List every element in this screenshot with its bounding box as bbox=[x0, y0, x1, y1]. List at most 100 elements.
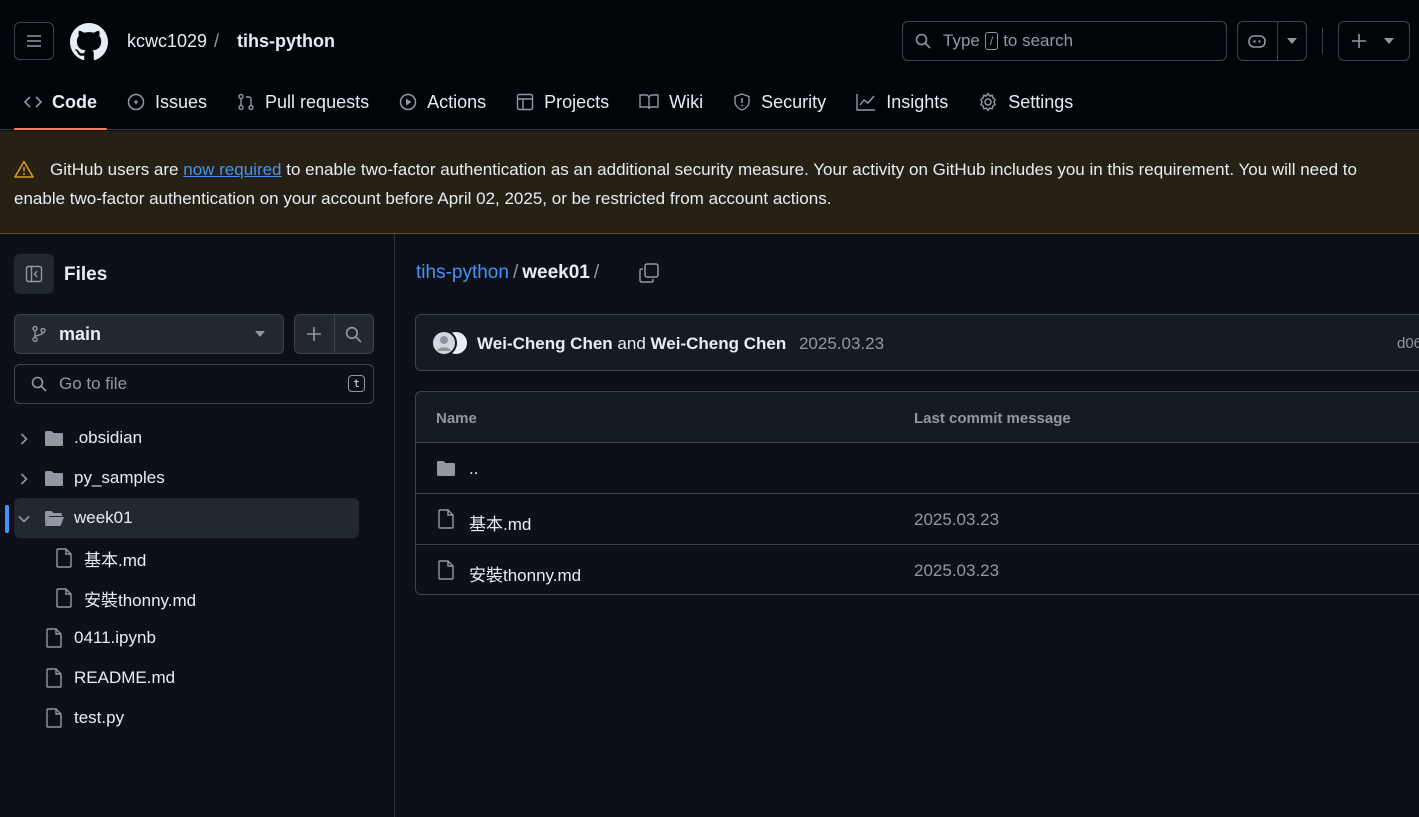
create-new-button[interactable] bbox=[1338, 21, 1410, 61]
folder-icon bbox=[45, 471, 63, 486]
tree-item-file[interactable]: 0411.ipynb bbox=[14, 618, 359, 658]
chevron-down-icon[interactable] bbox=[1287, 38, 1297, 44]
breadcrumb-repo-link[interactable]: tihs-python bbox=[416, 262, 509, 283]
plus-icon bbox=[1352, 34, 1366, 48]
tree-item-file[interactable]: 基本.md bbox=[14, 538, 359, 578]
tab-label: Code bbox=[52, 91, 97, 112]
add-file-icon[interactable] bbox=[306, 326, 322, 342]
tree-item-file[interactable]: 安裝thonny.md bbox=[14, 578, 359, 618]
commit-message-link[interactable]: 2025.03.23 bbox=[799, 334, 884, 353]
commit-conjunction: and bbox=[617, 334, 646, 353]
pull-request-icon bbox=[238, 93, 254, 111]
avatar[interactable] bbox=[431, 330, 471, 359]
graph-icon bbox=[856, 94, 876, 111]
issue-icon bbox=[127, 93, 145, 111]
file-icon bbox=[46, 668, 62, 688]
column-header-message: Last commit message bbox=[914, 410, 1071, 427]
commit-message-link[interactable]: 2025.03.23 bbox=[914, 510, 999, 530]
commit-message-link[interactable]: 2025.03.23 bbox=[914, 561, 999, 581]
tree-item-py-samples[interactable]: py_samples bbox=[14, 458, 359, 498]
github-logo-icon[interactable] bbox=[70, 23, 108, 64]
tab-label: Insights bbox=[886, 91, 949, 112]
divider bbox=[334, 315, 335, 353]
search-suffix: to search bbox=[1003, 31, 1074, 50]
branch-select[interactable]: main bbox=[14, 314, 284, 354]
table-row[interactable]: .. bbox=[416, 443, 1419, 494]
search-input[interactable]: Type / to search bbox=[902, 21, 1227, 61]
tab-settings[interactable]: Settings bbox=[968, 82, 1083, 122]
file-name-link[interactable]: 安裝thonny.md bbox=[469, 561, 581, 586]
tab-insights[interactable]: Insights bbox=[846, 82, 958, 122]
tab-wiki[interactable]: Wiki bbox=[629, 82, 713, 122]
folder-open-icon bbox=[45, 511, 64, 526]
divider bbox=[1277, 22, 1278, 60]
tab-label: Settings bbox=[1008, 91, 1074, 112]
collapse-sidebar-button[interactable] bbox=[14, 254, 54, 294]
file-icon bbox=[46, 628, 62, 648]
owner-link[interactable]: kcwc1029 bbox=[127, 31, 207, 52]
file-actions-group bbox=[294, 314, 374, 354]
tab-label: Security bbox=[761, 91, 827, 112]
tree-item-label: .obsidian bbox=[74, 428, 143, 447]
tab-label: Issues bbox=[155, 91, 208, 112]
go-to-file-input[interactable]: Go to file t bbox=[14, 364, 374, 404]
gear-icon bbox=[980, 92, 997, 112]
folder-icon bbox=[437, 461, 455, 476]
file-icon bbox=[46, 708, 62, 728]
hamburger-menu-button[interactable] bbox=[14, 22, 54, 60]
play-icon bbox=[399, 93, 417, 111]
latest-commit-box: Wei-Cheng Chen and Wei-Cheng Chen 2025.0… bbox=[415, 314, 1419, 371]
breadcrumb-separator: / bbox=[593, 262, 600, 283]
code-icon bbox=[24, 96, 42, 108]
copilot-button[interactable] bbox=[1237, 21, 1307, 61]
tab-label: Wiki bbox=[669, 91, 704, 112]
tab-issues[interactable]: Issues bbox=[117, 82, 217, 122]
go-to-file-placeholder: Go to file bbox=[59, 374, 128, 393]
file-icon bbox=[438, 560, 454, 580]
tab-security[interactable]: Security bbox=[723, 82, 836, 122]
repo-link[interactable]: tihs-python bbox=[237, 31, 335, 52]
parent-directory-link[interactable]: .. bbox=[469, 459, 478, 479]
search-icon[interactable] bbox=[345, 326, 362, 343]
folder-icon bbox=[45, 431, 63, 446]
commit-sha-link[interactable]: d06 bbox=[1397, 335, 1419, 352]
tree-item-file[interactable]: README.md bbox=[14, 658, 359, 698]
shield-icon bbox=[734, 93, 750, 111]
search-prefix: Type bbox=[943, 31, 980, 50]
tree-item-week01[interactable]: week01 bbox=[14, 498, 359, 538]
selection-indicator bbox=[5, 505, 9, 533]
tree-item-label: py_samples bbox=[74, 468, 165, 487]
tab-label: Actions bbox=[427, 91, 487, 112]
chevron-down-icon bbox=[1384, 38, 1394, 44]
tab-actions[interactable]: Actions bbox=[389, 82, 496, 122]
two-factor-warning-banner: GitHub users are now required to enable … bbox=[0, 131, 1419, 234]
commit-author-link[interactable]: Wei-Cheng Chen bbox=[477, 334, 613, 353]
table-header: Name Last commit message bbox=[416, 392, 1419, 443]
file-icon bbox=[438, 509, 454, 529]
tab-code[interactable]: Code bbox=[14, 82, 107, 130]
search-icon bbox=[31, 376, 47, 392]
tab-pull-requests[interactable]: Pull requests bbox=[227, 82, 379, 122]
copy-icon bbox=[639, 263, 659, 283]
banner-text-before: GitHub users are bbox=[50, 160, 184, 179]
copy-path-button[interactable] bbox=[638, 262, 660, 287]
tree-item-obsidian[interactable]: .obsidian bbox=[14, 418, 359, 458]
table-row[interactable]: 基本.md 2025.03.23 bbox=[416, 494, 1419, 545]
global-header: kcwc1029 / tihs-python Type / to search … bbox=[0, 0, 1419, 130]
tree-item-file[interactable]: test.py bbox=[14, 698, 359, 738]
tab-label: Pull requests bbox=[265, 91, 370, 112]
hamburger-icon bbox=[27, 35, 41, 47]
file-icon bbox=[56, 588, 72, 608]
breadcrumb-separator: / bbox=[214, 31, 220, 51]
commit-author-link[interactable]: Wei-Cheng Chen bbox=[651, 334, 787, 353]
branch-icon bbox=[32, 325, 46, 343]
table-row[interactable]: 安裝thonny.md 2025.03.23 bbox=[416, 545, 1419, 594]
sidebar-collapse-icon bbox=[25, 265, 43, 283]
breadcrumb-separator: / bbox=[512, 262, 519, 283]
tab-projects[interactable]: Projects bbox=[506, 82, 619, 122]
file-name-link[interactable]: 基本.md bbox=[469, 510, 531, 535]
divider bbox=[1322, 28, 1323, 54]
tree-item-label: 基本.md bbox=[84, 550, 147, 570]
chevron-down-icon bbox=[18, 515, 30, 523]
now-required-link[interactable]: now required bbox=[183, 160, 281, 179]
